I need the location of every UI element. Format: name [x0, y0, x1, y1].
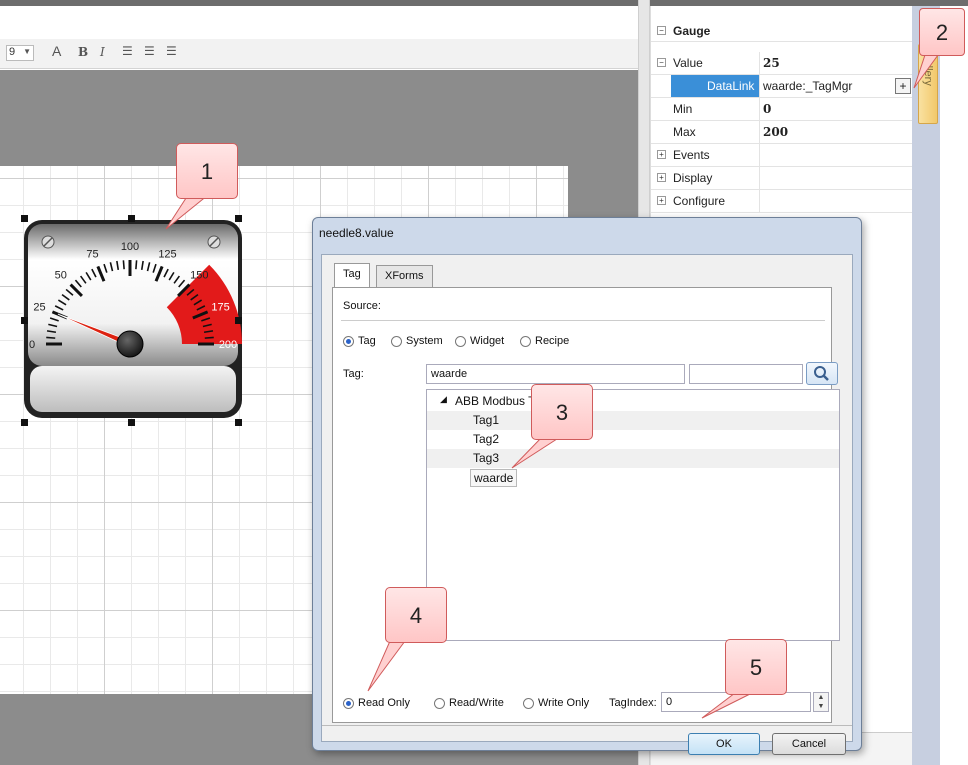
- tag-tree[interactable]: ◢ ABB Modbus TC Tag1 Tag2 Tag3 waarde: [426, 389, 840, 641]
- gauge-tick-label: 0: [29, 339, 35, 351]
- cancel-button[interactable]: Cancel: [772, 733, 846, 755]
- separator: [322, 725, 852, 726]
- tab-tag[interactable]: Tag: [334, 263, 370, 287]
- tree-item-tag1[interactable]: Tag1: [427, 411, 839, 430]
- collapse-icon[interactable]: −: [657, 58, 666, 67]
- radio-read-only-label: Read Only: [358, 697, 410, 709]
- expand-icon[interactable]: +: [657, 150, 666, 159]
- callout-4: 4: [385, 587, 447, 643]
- expand-icon[interactable]: +: [657, 173, 666, 182]
- callout-3: 3: [531, 384, 593, 440]
- italic-button[interactable]: I: [100, 45, 105, 59]
- tag-search-input[interactable]: [689, 364, 803, 384]
- ok-button[interactable]: OK: [688, 733, 760, 755]
- bold-button[interactable]: B: [78, 45, 88, 59]
- editor-background: [0, 70, 638, 166]
- gauge-tick-label: 50: [55, 270, 67, 282]
- tab-xforms[interactable]: XForms: [376, 265, 433, 287]
- property-section-gauge[interactable]: − Gauge: [651, 22, 913, 42]
- chevron-down-icon: ▼: [23, 47, 31, 56]
- dialog-title: needle8.value: [319, 226, 394, 240]
- gauge-tick-label: 25: [33, 301, 45, 313]
- screen-edge: [940, 6, 968, 765]
- property-row-value[interactable]: − Value 25: [651, 52, 913, 75]
- expand-triangle-icon: ◢: [440, 394, 447, 404]
- screenshot: 9 ▼ A B I ☰ ☰ ☰ 0 25 50 75 100 125 150 1…: [0, 0, 968, 765]
- radio-write-only-label: Write Only: [538, 697, 590, 709]
- gauge-bottom-panel: [30, 366, 236, 412]
- resize-handle[interactable]: [235, 419, 242, 426]
- callout-1: 1: [176, 143, 238, 199]
- add-datalink-button[interactable]: +: [895, 78, 911, 94]
- gauge-tick-label: 150: [190, 270, 208, 282]
- format-toolbar: 9 ▼ A B I ☰ ☰ ☰: [0, 39, 638, 69]
- search-icon: [814, 366, 829, 381]
- gauge-hub: [116, 330, 144, 358]
- resize-handle[interactable]: [21, 419, 28, 426]
- font-size-select[interactable]: 9 ▼: [6, 45, 34, 61]
- align-left-icon[interactable]: ☰: [122, 44, 133, 58]
- gauge-tick-label: 100: [121, 241, 139, 253]
- search-button[interactable]: [806, 362, 838, 385]
- align-center-icon[interactable]: ☰: [144, 44, 155, 58]
- gauge-tick-label: 75: [86, 248, 98, 260]
- align-right-icon[interactable]: ☰: [166, 44, 177, 58]
- property-row-datalink[interactable]: DataLink waarde:_TagMgr +: [651, 75, 913, 98]
- property-row-max[interactable]: Max 200: [651, 121, 913, 144]
- callout-5: 5: [725, 639, 787, 695]
- font-color-icon[interactable]: A: [52, 43, 61, 59]
- tagindex-spinner[interactable]: ▲ ▼: [813, 692, 829, 712]
- resize-handle[interactable]: [128, 419, 135, 426]
- gauge-minor-tick: [46, 336, 56, 339]
- separator: [341, 320, 825, 321]
- resize-handle[interactable]: [235, 317, 242, 324]
- radio-source-tag-label: Tag: [358, 335, 376, 347]
- radio-read-write[interactable]: [434, 698, 445, 709]
- radio-write-only[interactable]: [523, 698, 534, 709]
- radio-source-system-label: System: [406, 335, 443, 347]
- gauge-minor-tick: [122, 260, 125, 270]
- gauge-minor-tick: [135, 260, 138, 270]
- radio-read-write-label: Read/Write: [449, 697, 504, 709]
- tree-node-root[interactable]: ◢ ABB Modbus TC: [427, 392, 839, 411]
- tag-input[interactable]: waarde: [426, 364, 685, 384]
- radio-read-only[interactable]: [343, 698, 354, 709]
- gauge-tick-label: 200: [219, 339, 237, 351]
- radio-source-system[interactable]: [391, 336, 402, 347]
- resize-handle[interactable]: [21, 215, 28, 222]
- radio-source-tag[interactable]: [343, 336, 354, 347]
- resize-handle[interactable]: [235, 215, 242, 222]
- expand-icon[interactable]: +: [657, 196, 666, 205]
- radio-source-widget-label: Widget: [470, 335, 505, 347]
- gauge-minor-tick: [204, 336, 214, 339]
- gauge-widget[interactable]: 0 25 50 75 100 125 150 175 200: [18, 214, 248, 424]
- gauge-tick-label: 125: [158, 248, 176, 260]
- tagindex-label: TagIndex:: [609, 697, 657, 709]
- radio-source-recipe[interactable]: [520, 336, 531, 347]
- collapse-icon[interactable]: −: [657, 26, 666, 35]
- callout-2: 2: [919, 8, 965, 56]
- radio-source-recipe-label: Recipe: [535, 335, 570, 347]
- tag-label: Tag:: [343, 368, 364, 380]
- tree-item-tag3[interactable]: Tag3: [427, 449, 839, 468]
- property-row-configure[interactable]: + Configure: [651, 190, 913, 213]
- tree-item-waarde[interactable]: waarde: [427, 468, 839, 487]
- source-label: Source:: [343, 300, 381, 312]
- tree-item-tag2[interactable]: Tag2: [427, 430, 839, 449]
- resize-handle[interactable]: [21, 317, 28, 324]
- resize-handle[interactable]: [128, 215, 135, 222]
- gauge-tick-label: 175: [211, 301, 229, 313]
- gallery-tab[interactable]: Gallery: [918, 44, 938, 124]
- property-row-display[interactable]: + Display: [651, 167, 913, 190]
- property-row-min[interactable]: Min 0: [651, 98, 913, 121]
- tagindex-input[interactable]: 0: [661, 692, 811, 712]
- property-row-events[interactable]: + Events: [651, 144, 913, 167]
- radio-source-widget[interactable]: [455, 336, 466, 347]
